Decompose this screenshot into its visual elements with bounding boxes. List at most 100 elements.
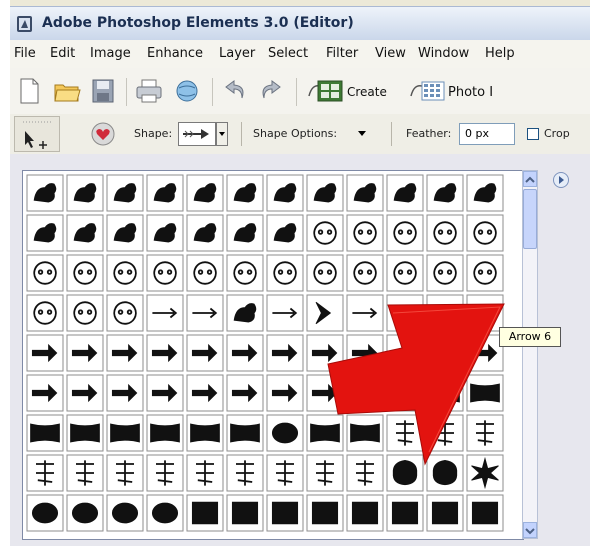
shape-cell-blob-1[interactable] — [386, 454, 424, 492]
shape-cell-elephant[interactable] — [106, 214, 144, 252]
menu-image[interactable]: Image — [90, 46, 131, 61]
panel-menu-button[interactable] — [552, 171, 570, 189]
shape-cell-kanji-7[interactable] — [146, 454, 184, 492]
shape-cell-bird-1[interactable] — [266, 174, 304, 212]
menu-view[interactable]: View — [375, 46, 406, 61]
new-file-icon[interactable] — [14, 76, 44, 106]
scroll-down-button[interactable] — [523, 522, 537, 538]
shape-picker[interactable] — [178, 122, 216, 146]
shape-cell-arrow-c[interactable] — [106, 334, 144, 372]
shape-cell-arrow-g[interactable] — [266, 334, 304, 372]
shape-cell-face-3[interactable] — [466, 214, 504, 252]
shape-cell-elephant-outline[interactable] — [106, 294, 144, 332]
shape-cell-kanji-6[interactable] — [106, 454, 144, 492]
print-icon[interactable] — [134, 76, 164, 106]
shape-picker-dropdown[interactable] — [216, 122, 228, 146]
shape-cell-fish-2[interactable] — [226, 294, 264, 332]
menu-file[interactable]: File — [14, 46, 36, 61]
shape-cell-rect-6[interactable] — [386, 494, 424, 532]
shape-cell-face-2[interactable] — [426, 214, 464, 252]
shape-cell-bird-2[interactable] — [386, 174, 424, 212]
shape-cell-cow-face[interactable] — [466, 254, 504, 292]
shape-cell-rect-3[interactable] — [266, 494, 304, 532]
shape-cell-kanji-12[interactable] — [346, 454, 384, 492]
shape-cell-oval-2[interactable] — [106, 494, 144, 532]
shape-cell-fish-outline[interactable] — [346, 214, 384, 252]
feather-input[interactable]: 0 px — [459, 123, 515, 145]
shape-cell-frog[interactable] — [306, 214, 344, 252]
shape-cell-rabbit-face[interactable] — [26, 254, 64, 292]
shape-cell-arrow-o[interactable] — [186, 374, 224, 412]
shape-cell-ribbon-1[interactable] — [306, 414, 344, 452]
shape-cell-arrow-d[interactable] — [146, 334, 184, 372]
shape-cell-bird-3[interactable] — [426, 174, 464, 212]
crop-checkbox[interactable] — [527, 128, 539, 140]
shape-cell-bunny[interactable] — [66, 254, 104, 292]
shape-cell-rect-7[interactable] — [426, 494, 464, 532]
shape-cell-kanji-1[interactable] — [386, 414, 424, 452]
shape-cell-face-1[interactable] — [386, 214, 424, 252]
shape-cell-pig-face-2[interactable] — [426, 254, 464, 292]
menu-layer[interactable]: Layer — [219, 46, 255, 61]
shape-cell-kanji-2[interactable] — [426, 414, 464, 452]
shape-cell-arrow-e[interactable] — [186, 334, 224, 372]
shape-cell-scroll[interactable] — [106, 414, 144, 452]
shape-cell-paw-1[interactable] — [186, 214, 224, 252]
shape-cell-cat-2[interactable] — [306, 174, 344, 212]
photo-browser-label[interactable]: Photo I — [448, 85, 493, 100]
menu-enhance[interactable]: Enhance — [147, 46, 203, 61]
shape-cell-trophy[interactable] — [146, 414, 184, 452]
shape-cell-kanji-11[interactable] — [306, 454, 344, 492]
shape-cell-kanji-5[interactable] — [66, 454, 104, 492]
shape-cell-kanji-3[interactable] — [466, 414, 504, 452]
create-label[interactable]: Create — [347, 85, 387, 99]
shape-cell-rect-4[interactable] — [306, 494, 344, 532]
shape-cell-arrow-line[interactable] — [426, 294, 464, 332]
shape-cell-arrow-j[interactable] — [386, 334, 424, 372]
redo-icon[interactable] — [256, 76, 286, 106]
shape-cell-kanji-10[interactable] — [266, 454, 304, 492]
shape-cell-pencil[interactable] — [146, 294, 184, 332]
menu-select[interactable]: Select — [268, 46, 308, 61]
shape-cell-banner-6[interactable] — [66, 414, 104, 452]
shape-cell-kanji-8[interactable] — [186, 454, 224, 492]
undo-icon[interactable] — [220, 76, 250, 106]
shape-cell-puppy[interactable] — [106, 254, 144, 292]
shape-cell-oval-3[interactable] — [146, 494, 184, 532]
shape-cell-paw-2[interactable] — [226, 214, 264, 252]
shape-cell-banner-5[interactable] — [26, 414, 64, 452]
shape-cell-owl[interactable] — [186, 254, 224, 292]
shape-cell-arrow-spiral[interactable] — [266, 374, 304, 412]
open-folder-icon[interactable] — [52, 76, 82, 106]
tool-preset-picker[interactable] — [14, 116, 60, 152]
shape-cell-butterfly-1[interactable] — [26, 174, 64, 212]
shape-cell-arrow-m[interactable] — [106, 374, 144, 412]
shape-cell-dog-2[interactable] — [146, 214, 184, 252]
shape-cell-kanji-4[interactable] — [26, 454, 64, 492]
shape-cell-blob-2[interactable] — [426, 454, 464, 492]
scroll-thumb[interactable] — [523, 189, 537, 249]
shape-cell-butterfly-2[interactable] — [66, 174, 104, 212]
shape-cell-poodle[interactable] — [226, 254, 264, 292]
shape-cell-rect-5[interactable] — [346, 494, 384, 532]
shape-cell-ribbon-2[interactable] — [346, 414, 384, 452]
photo-browser-icon[interactable] — [408, 76, 448, 106]
crop-label[interactable]: Crop — [544, 127, 570, 140]
grid-scrollbar[interactable] — [522, 170, 538, 539]
shape-cell-bird-4[interactable] — [466, 174, 504, 212]
shape-cell-bear-face[interactable] — [66, 294, 104, 332]
shape-cell-pig-face[interactable] — [266, 254, 304, 292]
shape-cell-dog-1[interactable] — [346, 174, 384, 212]
shape-cell-arrow-6[interactable] — [466, 294, 504, 332]
shape-options-label[interactable]: Shape Options: — [253, 127, 337, 140]
shape-options-dropdown-icon[interactable] — [357, 128, 367, 138]
shape-cell-cat-face-2[interactable] — [26, 294, 64, 332]
shape-cell-banner-4[interactable] — [466, 374, 504, 412]
shape-cell-banner-2[interactable] — [386, 374, 424, 412]
shape-cell-flag-2[interactable] — [226, 414, 264, 452]
shape-cell-duckling[interactable] — [146, 254, 184, 292]
shape-cell-tube[interactable] — [186, 294, 224, 332]
shape-cell-arrow-turn-2[interactable] — [66, 374, 104, 412]
shape-cell-rect-2[interactable] — [226, 494, 264, 532]
shape-cell-arrow-curve[interactable] — [466, 334, 504, 372]
